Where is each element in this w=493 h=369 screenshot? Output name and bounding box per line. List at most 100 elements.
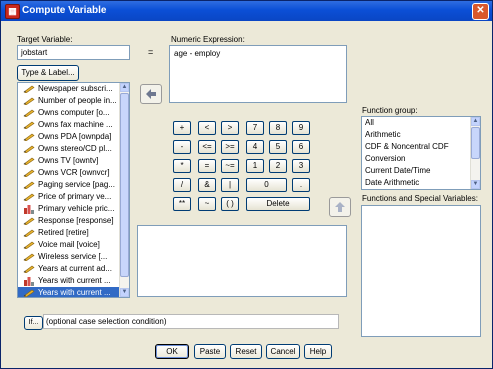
pencil-icon bbox=[23, 85, 35, 93]
scroll-thumb[interactable] bbox=[120, 93, 129, 277]
variable-list-item[interactable]: Years with current ... bbox=[18, 287, 129, 297]
bar-chart-icon bbox=[24, 205, 34, 214]
key-0[interactable]: 0 bbox=[246, 178, 287, 192]
function-group-list[interactable]: All Arithmetic CDF & Noncentral CDF Convers… bbox=[361, 116, 481, 190]
key-minus[interactable]: - bbox=[173, 140, 191, 154]
function-group-item[interactable]: Conversion bbox=[362, 153, 480, 165]
key-parentheses[interactable]: ( ) bbox=[221, 197, 239, 211]
move-to-expression-button[interactable] bbox=[140, 84, 162, 104]
function-group-item[interactable]: Arithmetic bbox=[362, 129, 480, 141]
target-variable-label: Target Variable: bbox=[17, 35, 73, 44]
variable-list-item[interactable]: Owns VCR [ownvcr] bbox=[18, 167, 129, 179]
key-4[interactable]: 4 bbox=[246, 140, 264, 154]
paste-button[interactable]: Paste bbox=[194, 344, 226, 359]
pencil-icon bbox=[23, 193, 35, 201]
variable-list-scrollbar[interactable]: ▲ ▼ bbox=[119, 83, 129, 297]
pencil-icon bbox=[23, 181, 35, 189]
variable-label: Owns PDA [ownpda] bbox=[38, 132, 112, 141]
variable-list-item[interactable]: Primary vehicle pric... bbox=[18, 203, 129, 215]
variable-list-item[interactable]: Owns PDA [ownpda] bbox=[18, 131, 129, 143]
pencil-icon bbox=[23, 133, 35, 141]
functions-list[interactable] bbox=[361, 205, 481, 337]
key-multiply[interactable]: * bbox=[173, 159, 191, 173]
variable-label: Owns computer [o... bbox=[38, 108, 110, 117]
key-6[interactable]: 6 bbox=[292, 140, 310, 154]
type-label-button[interactable]: Type & Label... bbox=[17, 65, 79, 81]
key-less[interactable]: < bbox=[198, 121, 216, 135]
key-1[interactable]: 1 bbox=[246, 159, 264, 173]
key-plus[interactable]: + bbox=[173, 121, 191, 135]
key-9[interactable]: 9 bbox=[292, 121, 310, 135]
key-greater[interactable]: > bbox=[221, 121, 239, 135]
pencil-icon bbox=[23, 109, 35, 117]
if-button[interactable]: If... bbox=[24, 316, 43, 330]
variable-label: Wireless service [... bbox=[38, 252, 108, 261]
variable-list[interactable]: Newspaper subscri... Number of people in.… bbox=[17, 82, 130, 298]
help-button[interactable]: Help bbox=[304, 344, 332, 359]
key-and[interactable]: & bbox=[198, 178, 216, 192]
scroll-up-icon[interactable]: ▲ bbox=[471, 117, 480, 126]
function-group-item[interactable]: CDF & Noncentral CDF bbox=[362, 141, 480, 153]
variable-list-item[interactable]: Owns computer [o... bbox=[18, 107, 129, 119]
scroll-up-icon[interactable]: ▲ bbox=[120, 83, 129, 92]
scroll-thumb[interactable] bbox=[471, 127, 480, 159]
variable-list-item[interactable]: Paging service [pag... bbox=[18, 179, 129, 191]
key-7[interactable]: 7 bbox=[246, 121, 264, 135]
target-variable-input[interactable]: jobstart bbox=[17, 45, 130, 60]
compute-variable-dialog: ▦ Compute Variable ✕ Target Variable: jo… bbox=[0, 0, 493, 369]
pencil-icon bbox=[23, 121, 35, 129]
variable-list-item[interactable]: Price of primary ve... bbox=[18, 191, 129, 203]
function-group-item[interactable]: Current Date/Time bbox=[362, 165, 480, 177]
key-decimal[interactable]: . bbox=[292, 178, 310, 192]
function-group-item[interactable]: Date Arithmetic bbox=[362, 177, 480, 189]
variable-list-item[interactable]: Wireless service [... bbox=[18, 251, 129, 263]
key-divide[interactable]: / bbox=[173, 178, 191, 192]
variable-list-item[interactable]: Years with current ... bbox=[18, 275, 129, 287]
close-button[interactable]: ✕ bbox=[472, 3, 489, 20]
title-bar[interactable]: ▦ Compute Variable ✕ bbox=[1, 1, 492, 21]
pencil-icon bbox=[23, 289, 35, 297]
numeric-expression-input[interactable]: age - employ bbox=[169, 45, 347, 103]
key-2[interactable]: 2 bbox=[269, 159, 287, 173]
key-less-equal[interactable]: <= bbox=[198, 140, 216, 154]
variable-list-item[interactable]: Response [response] bbox=[18, 215, 129, 227]
variable-list-item[interactable]: Owns stereo/CD pl... bbox=[18, 143, 129, 155]
move-function-button[interactable] bbox=[329, 197, 351, 217]
key-3[interactable]: 3 bbox=[292, 159, 310, 173]
scroll-down-icon[interactable]: ▼ bbox=[471, 180, 480, 189]
key-or[interactable]: | bbox=[221, 178, 239, 192]
variable-label: Owns fax machine ... bbox=[38, 120, 113, 129]
pencil-icon bbox=[23, 157, 35, 165]
key-not[interactable]: ~ bbox=[198, 197, 216, 211]
variable-list-item[interactable]: Owns TV [owntv] bbox=[18, 155, 129, 167]
variable-list-item[interactable]: Number of people in... bbox=[18, 95, 129, 107]
functions-label: Functions and Special Variables: bbox=[362, 194, 478, 203]
key-greater-equal[interactable]: >= bbox=[221, 140, 239, 154]
variable-list-item[interactable]: Owns fax machine ... bbox=[18, 119, 129, 131]
key-equal[interactable]: = bbox=[198, 159, 216, 173]
cancel-button[interactable]: Cancel bbox=[266, 344, 300, 359]
pencil-icon bbox=[23, 253, 35, 261]
variable-label: Voice mail [voice] bbox=[38, 240, 100, 249]
variable-list-item[interactable]: Newspaper subscri... bbox=[18, 83, 129, 95]
variable-label: Paging service [pag... bbox=[38, 180, 115, 189]
key-not-equal[interactable]: ~= bbox=[221, 159, 239, 173]
key-5[interactable]: 5 bbox=[269, 140, 287, 154]
pencil-icon bbox=[23, 97, 35, 105]
pencil-icon bbox=[23, 241, 35, 249]
variable-label: Response [response] bbox=[38, 216, 114, 225]
key-power[interactable]: ** bbox=[173, 197, 191, 211]
ok-button[interactable]: OK bbox=[155, 344, 189, 359]
variable-label: Years at current ad... bbox=[38, 264, 112, 273]
reset-button[interactable]: Reset bbox=[230, 344, 262, 359]
function-group-scrollbar[interactable]: ▲ ▼ bbox=[470, 117, 480, 189]
variable-label: Newspaper subscri... bbox=[38, 84, 113, 93]
key-delete[interactable]: Delete bbox=[246, 197, 310, 211]
variable-list-item[interactable]: Voice mail [voice] bbox=[18, 239, 129, 251]
variable-list-item[interactable]: Years at current ad... bbox=[18, 263, 129, 275]
variable-label: Years with current ... bbox=[38, 276, 111, 285]
key-8[interactable]: 8 bbox=[269, 121, 287, 135]
variable-list-item[interactable]: Retired [retire] bbox=[18, 227, 129, 239]
function-group-item[interactable]: All bbox=[362, 117, 480, 129]
scroll-down-icon[interactable]: ▼ bbox=[120, 288, 129, 297]
